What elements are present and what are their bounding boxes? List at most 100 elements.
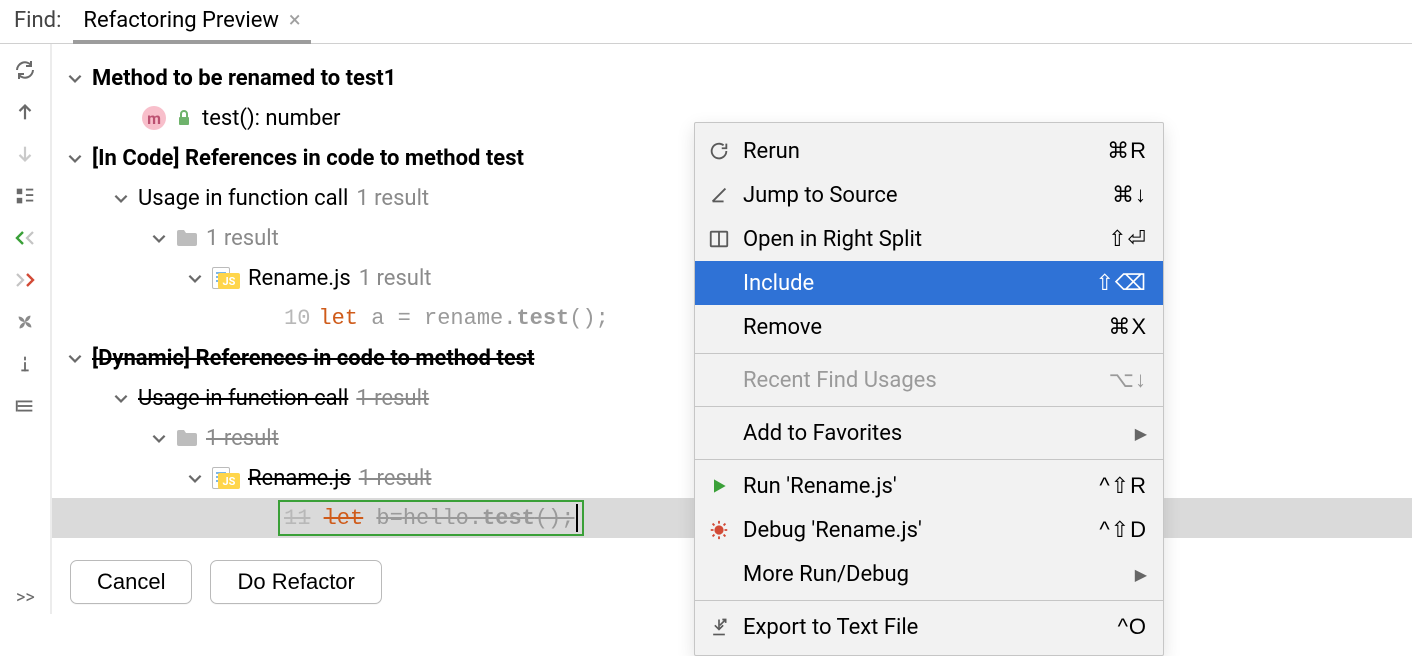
export-icon [707, 615, 731, 639]
menu-item-remove[interactable]: Remove ⌘X [695, 305, 1163, 349]
folder-icon [176, 229, 198, 247]
code-obj: rename. [424, 306, 516, 331]
find-label: Find: [8, 0, 73, 43]
menu-item-label: Debug 'Rename.js' [743, 518, 1087, 543]
js-file-icon: JS [212, 467, 240, 489]
menu-separator [695, 353, 1163, 354]
chevron-down-icon [186, 269, 204, 287]
menu-item-label: Remove [743, 315, 1096, 340]
do-refactor-button[interactable]: Do Refactor [210, 560, 381, 604]
close-icon[interactable]: × [289, 10, 301, 32]
chevron-down-icon [66, 69, 84, 87]
menu-item-label: Export to Text File [743, 615, 1106, 640]
menu-item-export-to-text-file[interactable]: Export to Text File ^O [695, 605, 1163, 649]
usage-label: Usage in function call [138, 386, 348, 411]
file-name: Rename.js [248, 266, 351, 291]
diff-left-icon[interactable] [11, 224, 39, 252]
pin-icon[interactable] [11, 392, 39, 420]
js-file-icon: JS [212, 267, 240, 289]
file-count: 1 result [359, 466, 432, 491]
debug-icon [707, 518, 731, 542]
code-eq: = [390, 506, 403, 531]
blank-icon [707, 421, 731, 445]
chevron-down-icon [150, 429, 168, 447]
info-icon[interactable] [11, 350, 39, 378]
blank-icon [707, 271, 731, 295]
root-title: Method to be renamed to test1 [92, 66, 396, 91]
context-menu: Rerun⌘RJump to Source⌘↓Open in Right Spl… [694, 122, 1164, 656]
code-lhs: a [371, 306, 384, 331]
submenu-arrow-icon: ▶ [1135, 424, 1147, 443]
menu-item-debug-rename-js[interactable]: Debug 'Rename.js' ^⇧D [695, 508, 1163, 552]
menu-item-label: Rerun [743, 139, 1095, 164]
topbar: Find: Refactoring Preview × [0, 0, 1412, 44]
menu-item-label: Recent Find Usages [743, 368, 1097, 393]
chevron-down-icon [112, 389, 130, 407]
menu-shortcut: ⌘X [1108, 314, 1147, 340]
blank-icon [707, 368, 731, 392]
text-caret [576, 504, 578, 532]
usage-count: 1 result [356, 386, 429, 411]
code-method: test [516, 306, 569, 331]
menu-item-jump-to-source[interactable]: Jump to Source⌘↓ [695, 173, 1163, 217]
folder-count: 1 result [206, 426, 279, 451]
diff-right-icon[interactable] [11, 266, 39, 294]
split-right-icon [707, 227, 731, 251]
menu-item-label: Include [743, 271, 1083, 296]
tool-sidebar [0, 44, 52, 614]
menu-item-more-run-debug[interactable]: More Run/Debug ▶ [695, 552, 1163, 596]
menu-shortcut: ⌘↓ [1112, 182, 1147, 208]
submenu-arrow-icon: ▶ [1135, 565, 1147, 584]
usage-count: 1 result [356, 186, 429, 211]
excluded-code-box: 11 let b = hello.test(); [278, 500, 584, 536]
tab-refactoring-preview[interactable]: Refactoring Preview × [73, 0, 310, 43]
chevron-down-icon [150, 229, 168, 247]
menu-separator [695, 406, 1163, 407]
fan-settings-icon[interactable] [11, 308, 39, 336]
group-title: [In Code] References in code to method t… [92, 146, 524, 171]
file-name: Rename.js [248, 466, 351, 491]
code-tail: (); [569, 306, 609, 331]
menu-item-open-in-right-split[interactable]: Open in Right Split⇧⏎ [695, 217, 1163, 261]
menu-item-rerun[interactable]: Rerun⌘R [695, 129, 1163, 173]
menu-item-add-to-favorites[interactable]: Add to Favorites▶ [695, 411, 1163, 455]
chevron-down-icon [186, 469, 204, 487]
menu-shortcut: ^O [1118, 614, 1147, 640]
arrow-down-icon[interactable] [11, 140, 39, 168]
file-count: 1 result [359, 266, 432, 291]
blank-icon [707, 562, 731, 586]
tree-root[interactable]: Method to be renamed to test1 [52, 58, 1412, 98]
menu-item-include[interactable]: Include ⇧⌫ [695, 261, 1163, 305]
tab-title: Refactoring Preview [83, 8, 279, 33]
menu-separator [695, 600, 1163, 601]
menu-item-recent-find-usages: Recent Find Usages ⌥↓ [695, 358, 1163, 402]
code-method: test [482, 506, 535, 531]
menu-item-label: More Run/Debug [743, 562, 1123, 587]
group-title: [Dynamic] References in code to method t… [92, 346, 534, 371]
chevron-down-icon [66, 349, 84, 367]
code-lhs: b [376, 506, 389, 531]
run-icon [707, 474, 731, 498]
overflow-icon[interactable]: >> [16, 587, 35, 608]
code-eq: = [384, 306, 424, 331]
chevron-down-icon [66, 149, 84, 167]
arrow-up-icon[interactable] [11, 98, 39, 126]
lock-icon [174, 108, 194, 128]
menu-item-run-rename-js[interactable]: Run 'Rename.js'^⇧R [695, 464, 1163, 508]
menu-shortcut: ⇧⌫ [1095, 270, 1147, 296]
method-badge-icon: m [142, 106, 166, 130]
code-obj: hello. [403, 506, 482, 531]
rerun-icon [707, 139, 731, 163]
code-keyword: let [318, 306, 358, 331]
cancel-button[interactable]: Cancel [70, 560, 192, 604]
menu-shortcut: ^⇧D [1099, 517, 1147, 543]
line-number: 11 [284, 506, 310, 531]
refresh-icon[interactable] [11, 56, 39, 84]
jump-source-icon [707, 183, 731, 207]
folder-count: 1 result [206, 226, 279, 251]
line-number: 10 [284, 306, 310, 331]
menu-shortcut: ⌥↓ [1109, 367, 1147, 393]
blank-icon [707, 315, 731, 339]
menu-shortcut: ⇧⏎ [1108, 226, 1147, 252]
group-by-icon[interactable] [11, 182, 39, 210]
